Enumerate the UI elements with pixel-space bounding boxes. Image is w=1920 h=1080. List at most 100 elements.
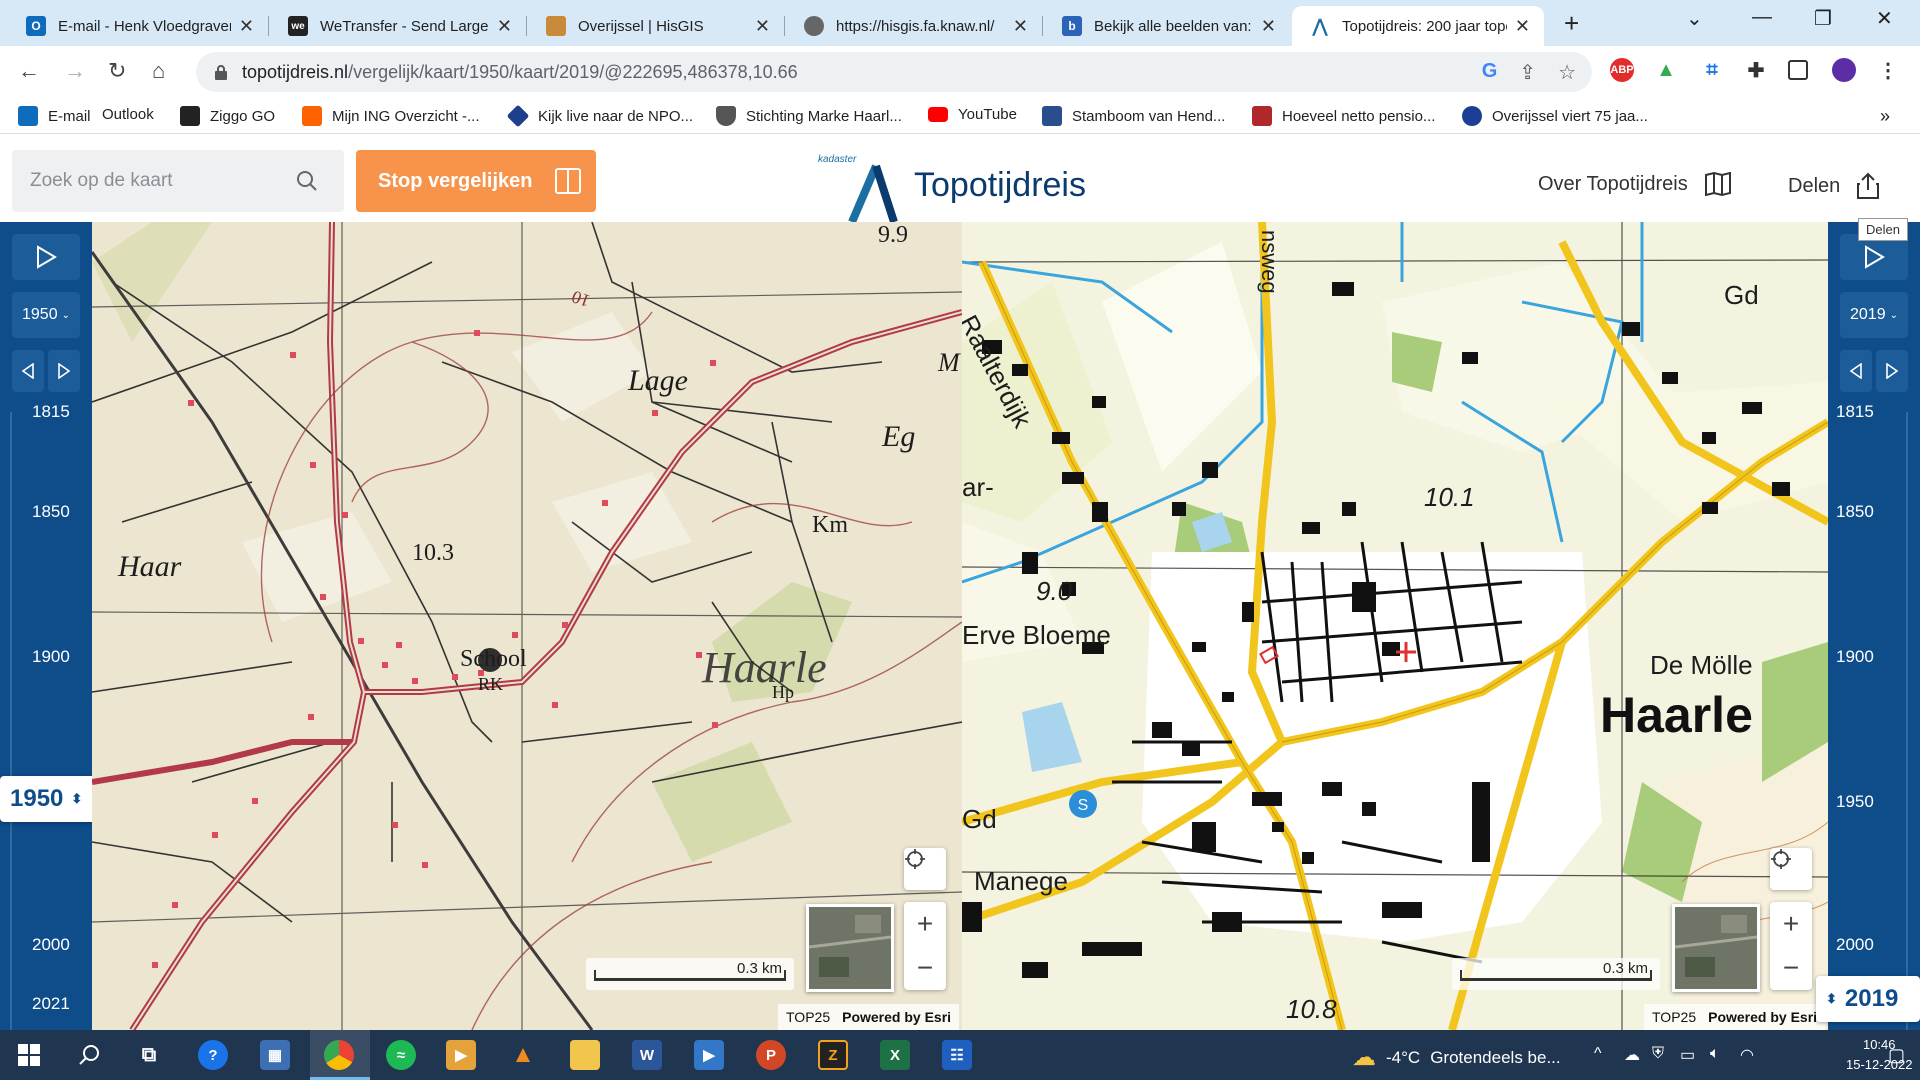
- minimap-right[interactable]: [1672, 904, 1760, 992]
- bookmarks-overflow-icon[interactable]: »: [1880, 106, 1890, 127]
- search-icon[interactable]: [78, 1044, 100, 1066]
- bookmark-overijssel[interactable]: Overijssel viert 75 jaa...: [1462, 106, 1648, 126]
- zoom-out-button[interactable]: −: [904, 946, 946, 990]
- play-button-left[interactable]: [12, 234, 80, 280]
- timeline-tick[interactable]: 1950: [1836, 792, 1874, 812]
- windows-start-icon[interactable]: [18, 1044, 40, 1066]
- translate-icon[interactable]: ⌗: [1700, 58, 1724, 82]
- timeline-tick[interactable]: 2000: [1836, 935, 1874, 955]
- bookmark-marke-haarle[interactable]: Stichting Marke Haarl...: [716, 106, 902, 126]
- close-icon[interactable]: ✕: [1013, 16, 1028, 37]
- tab-search-icon[interactable]: ⌄: [1686, 6, 1703, 31]
- store-icon[interactable]: ▦: [260, 1040, 290, 1070]
- minimize-button[interactable]: —: [1752, 6, 1772, 29]
- zoom-out-button[interactable]: −: [1770, 946, 1812, 990]
- stop-compare-button[interactable]: Stop vergelijken: [356, 150, 596, 212]
- word-icon[interactable]: W: [632, 1040, 662, 1070]
- search-icon[interactable]: [296, 170, 318, 192]
- tab-wetransfer[interactable]: we WeTransfer - Send Large Fil ✕: [270, 6, 526, 46]
- current-year-indicator-right[interactable]: ⬍ 2019: [1816, 976, 1920, 1022]
- weather-widget[interactable]: ☁ -4°C Grotendeels be...: [1352, 1043, 1561, 1072]
- attribution-right[interactable]: TOP25 Powered by Esri: [1644, 1004, 1826, 1030]
- home-button[interactable]: ⌂: [152, 58, 165, 84]
- bookmark-youtube[interactable]: YouTube: [928, 106, 1017, 123]
- timeline-tick[interactable]: 2000: [32, 935, 70, 955]
- close-icon[interactable]: ✕: [239, 16, 254, 37]
- spotify-icon[interactable]: ≈: [386, 1040, 416, 1070]
- ziggo-app-icon[interactable]: Z: [818, 1040, 848, 1070]
- excel-icon[interactable]: X: [880, 1040, 910, 1070]
- side-panel-icon[interactable]: [1788, 60, 1808, 80]
- google-drive-icon[interactable]: ▲: [1654, 58, 1678, 82]
- calendar-app-icon[interactable]: ☷: [942, 1040, 972, 1070]
- prev-year-button-left[interactable]: [12, 350, 44, 392]
- bookmark-npo[interactable]: Kijk live naar de NPO...: [506, 104, 693, 128]
- bookmark-ziggo[interactable]: Ziggo GO: [180, 106, 275, 126]
- timeline-tick[interactable]: 1850: [32, 502, 70, 522]
- timeline-track[interactable]: [10, 412, 12, 1030]
- attribution-left[interactable]: TOP25 Powered by Esri: [778, 1004, 960, 1030]
- bookmark-stamboom[interactable]: Stamboom van Hend...: [1042, 106, 1225, 126]
- tab-topotijdreis[interactable]: ⋀ Topotijdreis: 200 jaar topo ✕: [1292, 6, 1544, 46]
- timeline-tick[interactable]: 1815: [1836, 402, 1874, 422]
- zoom-in-button[interactable]: +: [904, 902, 946, 946]
- map-2019[interactable]: S Raalterdijk nsweg Gd ar- 10.1 9.0 Erve…: [962, 222, 1828, 1030]
- current-year-indicator-left[interactable]: 1950 ⬍: [0, 776, 104, 822]
- timeline-track[interactable]: [1906, 412, 1908, 1030]
- next-year-button-right[interactable]: [1876, 350, 1908, 392]
- locate-button-right[interactable]: [1770, 848, 1812, 890]
- close-window-button[interactable]: ✕: [1876, 6, 1893, 31]
- chevron-up-icon[interactable]: ^: [1594, 1045, 1602, 1063]
- security-shield-icon[interactable]: ⛨: [1652, 1045, 1664, 1063]
- tab-outlook[interactable]: O E-mail - Henk Vloedgraven ✕: [8, 6, 268, 46]
- file-explorer-icon[interactable]: [570, 1040, 600, 1070]
- task-view-icon[interactable]: ⧉: [134, 1040, 164, 1070]
- wifi-icon[interactable]: ◠: [1740, 1045, 1754, 1065]
- profile-avatar[interactable]: [1832, 58, 1856, 82]
- minimap-left[interactable]: [806, 904, 894, 992]
- media-player-icon[interactable]: ▶: [446, 1040, 476, 1070]
- map-search-field[interactable]: Zoek op de kaart: [12, 150, 344, 212]
- timeline-tick[interactable]: 1900: [32, 647, 70, 667]
- year-select-right[interactable]: 2019 ⌄: [1840, 292, 1908, 338]
- battery-icon[interactable]: ▭: [1680, 1045, 1695, 1065]
- help-icon[interactable]: ?: [198, 1040, 228, 1070]
- address-bar[interactable]: topotijdreis.nl/vergelijk/kaart/1950/kaa…: [196, 52, 1592, 92]
- timeline-tick[interactable]: 1815: [32, 402, 70, 422]
- tab-beelden[interactable]: b Bekijk alle beelden van: ✕: [1044, 6, 1290, 46]
- back-button[interactable]: ←: [18, 58, 40, 84]
- volume-icon[interactable]: 🔈︎: [1710, 1045, 1720, 1063]
- share-link[interactable]: Delen: [1788, 172, 1880, 200]
- notifications-icon[interactable]: ▢: [1888, 1045, 1905, 1066]
- close-icon[interactable]: ✕: [497, 16, 512, 37]
- bookmark-pensioen[interactable]: Hoeveel netto pensio...: [1252, 106, 1435, 126]
- tab-hisgis-url[interactable]: https://hisgis.fa.knaw.nl/ ✕: [786, 6, 1042, 46]
- timeline-tick[interactable]: 1850: [1836, 502, 1874, 522]
- map-1950[interactable]: Haar Lage Eg Km School RK Haarle Hp 10.3…: [92, 222, 962, 1030]
- timeline-tick[interactable]: 1900: [1836, 647, 1874, 667]
- adblock-icon[interactable]: ABP: [1610, 58, 1634, 82]
- zoom-in-button[interactable]: +: [1770, 902, 1812, 946]
- share-page-icon[interactable]: ⇪: [1519, 60, 1536, 85]
- close-icon[interactable]: ✕: [1515, 16, 1530, 37]
- reload-button[interactable]: ↻: [108, 58, 126, 84]
- timeline-tick[interactable]: 2021: [32, 994, 70, 1014]
- year-select-left[interactable]: 1950 ⌄: [12, 292, 80, 338]
- menu-kebab-icon[interactable]: ⋮: [1876, 58, 1900, 82]
- bookmark-star-icon[interactable]: ☆: [1558, 60, 1576, 85]
- video-editor-icon[interactable]: ▶: [694, 1040, 724, 1070]
- tab-hisgis[interactable]: Overijssel | HisGIS ✕: [528, 6, 784, 46]
- new-tab-button[interactable]: +: [1564, 8, 1579, 39]
- google-lens-icon[interactable]: G: [1482, 60, 1498, 85]
- close-icon[interactable]: ✕: [755, 16, 770, 37]
- powerpoint-icon[interactable]: P: [756, 1040, 786, 1070]
- extensions-puzzle-icon[interactable]: ✚: [1744, 58, 1768, 82]
- bookmark-email[interactable]: E-mail: [18, 106, 91, 126]
- bookmark-outlook[interactable]: Outlook: [102, 106, 154, 123]
- vlc-icon[interactable]: ▲: [508, 1040, 538, 1070]
- restore-button[interactable]: ❐: [1814, 6, 1832, 31]
- next-year-button-left[interactable]: [48, 350, 80, 392]
- bookmark-ing[interactable]: Mijn ING Overzicht -...: [302, 106, 480, 126]
- about-link[interactable]: Over Topotijdreis: [1538, 172, 1732, 196]
- close-icon[interactable]: ✕: [1261, 16, 1276, 37]
